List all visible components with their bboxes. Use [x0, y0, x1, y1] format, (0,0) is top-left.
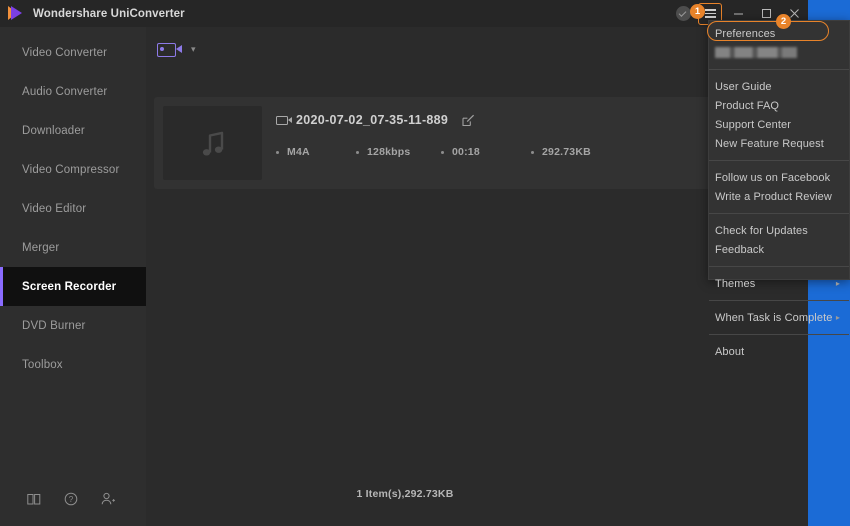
sidebar-nav-list: Video Converter Audio Converter Download… [0, 27, 146, 384]
app-title: Wondershare UniConverter [33, 7, 185, 20]
file-duration: 00:18 [441, 146, 531, 158]
sidebar-item-label: Audio Converter [22, 85, 108, 98]
menu-item-label: When Task is Complete [715, 311, 833, 324]
file-card[interactable]: 2020-07-02_07-35-11-889 M4A 128kbps 00:1… [154, 97, 800, 189]
menu-item-follow-facebook[interactable]: Follow us on Facebook [709, 168, 849, 187]
sidebar-item-label: Video Editor [22, 202, 87, 215]
menu-group-updates: Check for Updates Feedback [709, 218, 849, 262]
menu-item-label: Feedback [715, 243, 765, 256]
menu-group-about: About [709, 339, 849, 364]
sidebar-item-label: Video Converter [22, 46, 108, 59]
menu-item-new-feature-request[interactable]: New Feature Request [709, 134, 849, 153]
sidebar-item-screen-recorder[interactable]: Screen Recorder [0, 267, 146, 306]
menu-separator [709, 69, 849, 70]
menu-item-label: New Feature Request [715, 137, 824, 150]
sidebar-item-label: DVD Burner [22, 319, 86, 332]
sidebar-item-video-editor[interactable]: Video Editor [0, 189, 146, 228]
submenu-arrow-icon: ▸ [835, 279, 840, 288]
menu-item-support-center[interactable]: Support Center [709, 115, 849, 134]
status-summary: 1 Item(s),292.73KB [356, 488, 454, 500]
menu-group-task-complete: When Task is Complete ▸ [709, 305, 849, 330]
sidebar-item-label: Screen Recorder [22, 280, 117, 293]
file-name: 2020-07-02_07-35-11-889 [296, 113, 449, 127]
file-size: 292.73KB [531, 146, 591, 158]
sidebar-item-label: Downloader [22, 124, 85, 137]
menu-separator [709, 213, 849, 214]
edit-pencil-icon[interactable] [462, 114, 475, 127]
sidebar-item-merger[interactable]: Merger [0, 228, 146, 267]
file-thumbnail [163, 106, 262, 180]
menu-item-feedback[interactable]: Feedback [709, 240, 849, 259]
menu-item-label: About [715, 345, 745, 358]
menu-group-themes: Themes ▸ [709, 271, 849, 296]
menu-separator [709, 334, 849, 335]
menu-item-label: Themes [715, 277, 756, 290]
redacted-account-text [715, 47, 797, 58]
annotation-badge-1: 1 [690, 4, 705, 19]
video-camera-icon [157, 42, 182, 57]
sidebar-item-video-converter[interactable]: Video Converter [0, 33, 146, 72]
sidebar-item-dvd-burner[interactable]: DVD Burner [0, 306, 146, 345]
music-note-icon [200, 130, 226, 157]
sidebar-bottom-icons: ? [0, 472, 146, 526]
sidebar-item-label: Video Compressor [22, 163, 120, 176]
chevron-down-icon: ▾ [191, 44, 196, 54]
menu-group-help: User Guide Product FAQ Support Center Ne… [709, 74, 849, 156]
menu-group-social: Follow us on Facebook Write a Product Re… [709, 165, 849, 209]
help-question-icon[interactable]: ? [64, 492, 78, 506]
menu-item-when-task-is-complete[interactable]: When Task is Complete ▸ [709, 308, 849, 327]
menu-item-label: Support Center [715, 118, 791, 131]
menu-item-write-review[interactable]: Write a Product Review [709, 187, 849, 206]
menu-item-label: Follow us on Facebook [715, 171, 831, 184]
menu-item-label: Check for Updates [715, 224, 808, 237]
wondershare-play-logo-icon [7, 5, 24, 22]
recorder-mode-dropdown[interactable]: ▾ [157, 42, 196, 57]
submenu-arrow-icon: ▸ [835, 313, 840, 322]
menu-item-themes[interactable]: Themes ▸ [709, 274, 849, 293]
user-guide-book-icon[interactable] [27, 493, 41, 506]
sidebar-item-audio-converter[interactable]: Audio Converter [0, 72, 146, 111]
menu-item-label: Preferences [715, 27, 776, 40]
title-bar: Wondershare UniConverter [0, 0, 808, 27]
uniconverter-window: Wondershare UniConverter Video Converter… [0, 0, 808, 526]
sidebar-item-label: Merger [22, 241, 60, 254]
sidebar-item-label: Toolbox [22, 358, 63, 371]
screen-root: Wondershare UniConverter Video Converter… [0, 0, 850, 526]
add-user-icon[interactable] [101, 492, 116, 506]
menu-separator [709, 160, 849, 161]
svg-text:?: ? [69, 495, 74, 504]
menu-item-label: Write a Product Review [715, 190, 832, 203]
status-bar: 1 Item(s),292.73KB [146, 472, 808, 526]
menu-separator [709, 300, 849, 301]
sidebar-item-toolbox[interactable]: Toolbox [0, 345, 146, 384]
menu-item-product-faq[interactable]: Product FAQ [709, 96, 849, 115]
file-bitrate: 128kbps [356, 146, 441, 158]
main-dropdown-menu: Preferences User Guide Product FAQ Suppo… [708, 20, 850, 358]
video-file-icon [276, 115, 292, 125]
sidebar-item-downloader[interactable]: Downloader [0, 111, 146, 150]
menu-item-check-updates[interactable]: Check for Updates [709, 221, 849, 240]
menu-separator [709, 266, 849, 267]
menu-item-about[interactable]: About [709, 342, 849, 361]
file-format: M4A [276, 146, 356, 158]
menu-item-label: User Guide [715, 80, 772, 93]
annotation-badge-2: 2 [776, 14, 791, 29]
menu-item-account-redacted[interactable] [709, 43, 849, 62]
menu-item-user-guide[interactable]: User Guide [709, 77, 849, 96]
sidebar-item-video-compressor[interactable]: Video Compressor [0, 150, 146, 189]
sidebar: Video Converter Audio Converter Download… [0, 27, 146, 526]
menu-item-label: Product FAQ [715, 99, 780, 112]
